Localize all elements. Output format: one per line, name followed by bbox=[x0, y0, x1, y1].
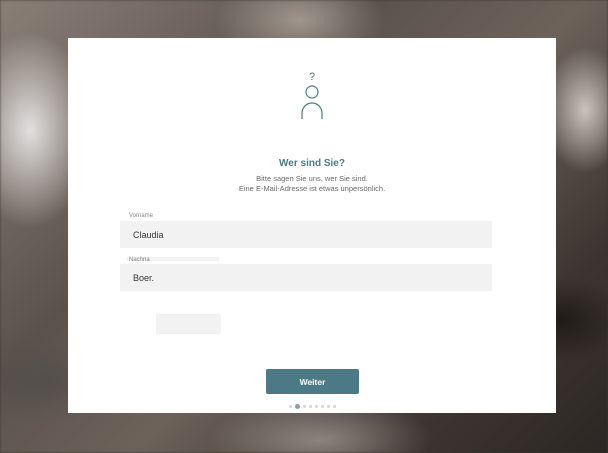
svg-text:?: ? bbox=[309, 71, 315, 83]
pagination-dot[interactable] bbox=[288, 405, 292, 408]
last-name-field[interactable] bbox=[120, 264, 492, 291]
pagination-dot[interactable] bbox=[314, 405, 318, 408]
pagination-dot[interactable] bbox=[308, 405, 312, 408]
next-button[interactable]: Weiter bbox=[266, 369, 359, 394]
subtitle-line-2: Eine E-Mail-Adresse ist etwas unpersönli… bbox=[238, 184, 386, 193]
subtitle-line-1: Bitte sagen Sie uns, wer Sie sind. bbox=[256, 174, 368, 183]
pagination-dots bbox=[68, 404, 556, 409]
first-name-field[interactable] bbox=[120, 221, 492, 248]
question-person-icon: ? bbox=[301, 71, 323, 119]
dialog-title: Wer sind Sie? bbox=[279, 158, 345, 169]
last-name-label: Nachna bbox=[129, 257, 150, 263]
pagination-dot[interactable] bbox=[332, 405, 336, 408]
pagination-dot[interactable] bbox=[326, 405, 330, 408]
pagination-dot[interactable] bbox=[302, 405, 306, 408]
onboarding-dialog: ? Wer sind Sie? Bitte sagen Sie uns, wer… bbox=[68, 38, 556, 413]
pagination-dot-active[interactable] bbox=[294, 404, 300, 409]
dialog-subtitle: Bitte sagen Sie uns, wer Sie sind. Eine … bbox=[68, 174, 556, 194]
first-name-label: Vorname bbox=[129, 213, 154, 219]
blank-box bbox=[156, 314, 221, 334]
pagination-dot[interactable] bbox=[320, 405, 324, 408]
